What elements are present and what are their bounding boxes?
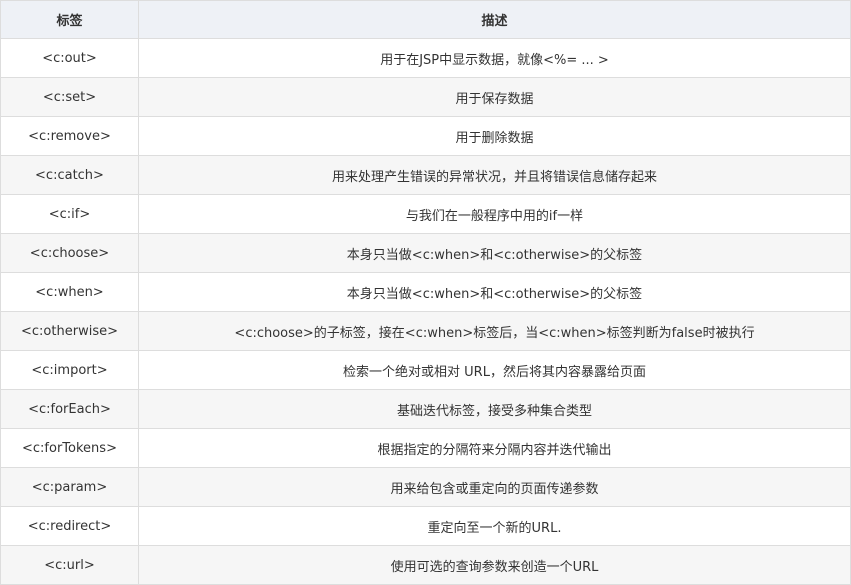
table-row: <c:forEach> 基础迭代标签，接受多种集合类型 — [0, 389, 851, 429]
header-row: 标签 描述 — [0, 0, 851, 39]
table-row: <c:when> 本身只当做<c:when>和<c:otherwise>的父标签 — [0, 272, 851, 312]
tag-cell: <c:otherwise> — [0, 311, 139, 351]
description-cell: 本身只当做<c:when>和<c:otherwise>的父标签 — [138, 272, 851, 312]
table-row: <c:if> 与我们在一般程序中用的if一样 — [0, 194, 851, 234]
table-row: <c:param> 用来给包含或重定向的页面传递参数 — [0, 467, 851, 507]
header-tag: 标签 — [0, 0, 139, 39]
description-cell: 用于删除数据 — [138, 116, 851, 156]
tag-cell: <c:out> — [0, 38, 139, 78]
description-cell: 基础迭代标签，接受多种集合类型 — [138, 389, 851, 429]
description-cell: 用于在JSP中显示数据，就像<%= ... > — [138, 38, 851, 78]
tag-cell: <c:set> — [0, 77, 139, 117]
table-row: <c:url> 使用可选的查询参数来创造一个URL — [0, 545, 851, 585]
table-row: <c:remove> 用于删除数据 — [0, 116, 851, 156]
tag-cell: <c:choose> — [0, 233, 139, 273]
description-cell: 用于保存数据 — [138, 77, 851, 117]
jstl-core-tags-table: 标签 描述 <c:out> 用于在JSP中显示数据，就像<%= ... > <c… — [0, 0, 851, 585]
table-header: 标签 描述 — [0, 0, 851, 39]
table-row: <c:out> 用于在JSP中显示数据，就像<%= ... > — [0, 38, 851, 78]
tag-cell: <c:if> — [0, 194, 139, 234]
table-row: <c:otherwise> <c:choose>的子标签，接在<c:when>标… — [0, 311, 851, 351]
description-cell: 根据指定的分隔符来分隔内容并迭代输出 — [138, 428, 851, 468]
tag-cell: <c:when> — [0, 272, 139, 312]
description-cell: 与我们在一般程序中用的if一样 — [138, 194, 851, 234]
table-row: <c:import> 检索一个绝对或相对 URL，然后将其内容暴露给页面 — [0, 350, 851, 390]
tag-cell: <c:url> — [0, 545, 139, 585]
description-cell: 重定向至一个新的URL. — [138, 506, 851, 546]
tag-cell: <c:forEach> — [0, 389, 139, 429]
table-row: <c:redirect> 重定向至一个新的URL. — [0, 506, 851, 546]
table-row: <c:catch> 用来处理产生错误的异常状况，并且将错误信息储存起来 — [0, 155, 851, 195]
table-row: <c:choose> 本身只当做<c:when>和<c:otherwise>的父… — [0, 233, 851, 273]
description-cell: 用来给包含或重定向的页面传递参数 — [138, 467, 851, 507]
tag-cell: <c:catch> — [0, 155, 139, 195]
description-cell: 用来处理产生错误的异常状况，并且将错误信息储存起来 — [138, 155, 851, 195]
tag-cell: <c:param> — [0, 467, 139, 507]
tag-cell: <c:remove> — [0, 116, 139, 156]
description-cell: 检索一个绝对或相对 URL，然后将其内容暴露给页面 — [138, 350, 851, 390]
header-description: 描述 — [138, 0, 851, 39]
description-cell: 使用可选的查询参数来创造一个URL — [138, 545, 851, 585]
description-cell: <c:choose>的子标签，接在<c:when>标签后，当<c:when>标签… — [138, 311, 851, 351]
table-body: <c:out> 用于在JSP中显示数据，就像<%= ... > <c:set> … — [0, 38, 851, 585]
table-row: <c:set> 用于保存数据 — [0, 77, 851, 117]
description-cell: 本身只当做<c:when>和<c:otherwise>的父标签 — [138, 233, 851, 273]
tag-cell: <c:forTokens> — [0, 428, 139, 468]
tag-cell: <c:import> — [0, 350, 139, 390]
table-row: <c:forTokens> 根据指定的分隔符来分隔内容并迭代输出 — [0, 428, 851, 468]
tag-cell: <c:redirect> — [0, 506, 139, 546]
